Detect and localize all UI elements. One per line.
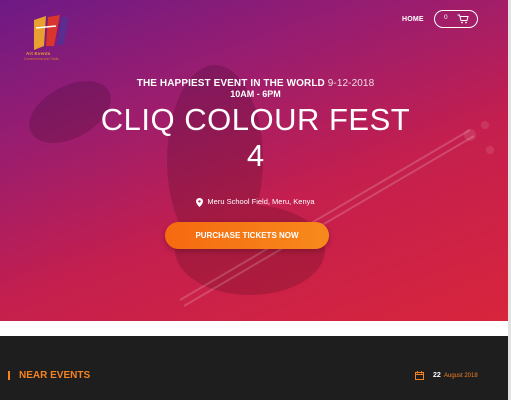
event-title: CLIQ COLOUR FEST	[100, 102, 411, 137]
event-tagline: THE HAPPIEST EVENT IN THE WORLD	[136, 78, 325, 89]
brand-tagline: Commercial and Stalls	[24, 57, 60, 61]
event-day: 22	[433, 372, 441, 379]
purchase-tickets-button[interactable]: PURCHASE TICKETS NOW	[165, 222, 329, 249]
calendar-icon	[415, 371, 424, 380]
cart-icon	[457, 14, 469, 24]
cart-count: 0	[444, 14, 448, 21]
event-time: 10AM - 6PM	[230, 89, 281, 99]
brand-name: Art Events	[26, 51, 51, 56]
events-section	[0, 336, 508, 400]
map-pin-icon	[196, 197, 204, 207]
event-tagline-line: THE HAPPIEST EVENT IN THE WORLD 9-12-201…	[0, 78, 511, 89]
event-venue: Meru School Field, Meru, Kenya	[0, 197, 511, 207]
venue-text: Meru School Field, Meru, Kenya	[207, 197, 315, 206]
near-events-heading: NEAR EVENTS	[19, 370, 91, 381]
event-month-year: August 2018	[444, 373, 478, 379]
section-accent-bar	[8, 371, 10, 380]
event-date: 9-12-2018	[327, 78, 375, 89]
event-title-number: 4	[246, 138, 265, 173]
nav-home-link[interactable]: HOME	[402, 16, 424, 23]
cart-button[interactable]: 0	[434, 10, 478, 28]
hero-banner: Art Events Commercial and Stalls HOME 0 …	[0, 0, 511, 321]
